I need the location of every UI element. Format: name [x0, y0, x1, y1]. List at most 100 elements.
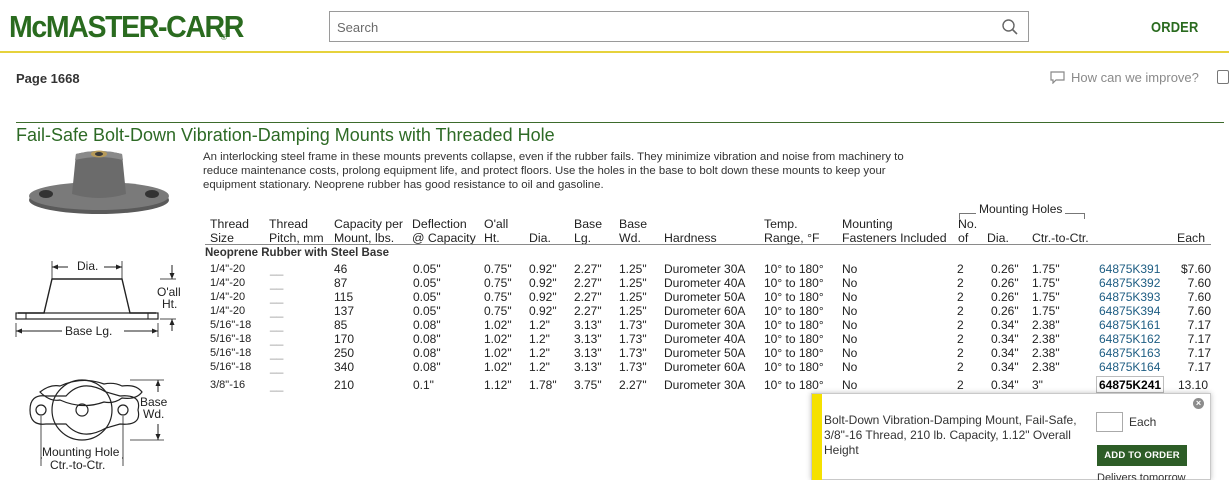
delivery-estimate: Delivers tomorrow — [1097, 472, 1186, 480]
hole-count-cell: 2 — [957, 276, 964, 290]
base-length-cell: 2.27" — [574, 276, 602, 290]
search-input[interactable] — [337, 18, 977, 36]
base-width-cell: 1.73" — [619, 332, 647, 346]
part-number-link[interactable]: 64875K161 — [1099, 318, 1160, 332]
search-icon[interactable] — [1001, 18, 1019, 36]
base-length-cell: 2.27" — [574, 304, 602, 318]
base-width-cell: 1.73" — [619, 346, 647, 360]
product-description: An interlocking steel frame in these mou… — [203, 151, 904, 191]
base-length-cell: 2.27" — [574, 262, 602, 276]
capacity-cell: 46 — [334, 262, 348, 276]
table-header-divider — [205, 244, 1211, 245]
table-row[interactable]: 5/16"-18 __ 340 0.08" 1.02" 1.2" 3.13" 1.73" Dur… — [205, 360, 1211, 374]
base-length-cell: 2.27" — [574, 290, 602, 304]
part-number-link[interactable]: 64875K164 — [1099, 360, 1160, 374]
thread-pitch-cell: __ — [270, 304, 284, 318]
hardness-cell: Durometer 30A — [664, 262, 746, 276]
thread-size-cell: 5/16"-18 — [210, 361, 252, 373]
part-number-link[interactable]: 64875K392 — [1099, 276, 1160, 290]
thread-size-cell: 1/4"-20 — [210, 277, 246, 289]
price-cell: 7.60 — [1187, 276, 1211, 290]
price-cell: $7.60 — [1180, 262, 1211, 276]
hole-diameter-cell: 0.34" — [991, 346, 1019, 360]
overall-height-cell: 0.75" — [484, 276, 512, 290]
ctr-to-ctr-cell: 1.75" — [1032, 290, 1060, 304]
price-cell: 7.17 — [1187, 332, 1211, 346]
feedback-link[interactable]: How can we improve? — [1050, 70, 1199, 85]
header-no-of: No. of — [958, 217, 978, 245]
fasteners-included-cell: No — [842, 346, 858, 360]
deflection-cell: 0.08" — [413, 318, 441, 332]
mounting-hole-label-1: Mounting Hole — [42, 445, 120, 459]
table-row[interactable]: 1/4"-20 __ 46 0.05" 0.75" 0.92" 2.27" 1.25" Duro… — [205, 262, 1211, 276]
order-link[interactable]: ORDER — [1151, 19, 1198, 36]
deflection-cell: 0.1" — [413, 378, 434, 392]
hardness-cell: Durometer 50A — [664, 290, 746, 304]
thread-size-cell: 1/4"-20 — [210, 291, 246, 303]
feedback-label: How can we improve? — [1071, 70, 1199, 85]
part-number-link[interactable]: 64875K394 — [1099, 304, 1160, 318]
hardness-cell: Durometer 30A — [664, 318, 746, 332]
diameter-cell: 0.92" — [529, 304, 557, 318]
header-thread-pitch: Thread Pitch, mm — [269, 217, 324, 245]
hole-count-cell: 2 — [957, 262, 964, 276]
table-row[interactable]: 5/16"-18 __ 170 0.08" 1.02" 1.2" 3.13" 1.73" Dur… — [205, 332, 1211, 346]
fasteners-included-cell: No — [842, 378, 858, 392]
overall-height-cell: 1.02" — [484, 360, 512, 374]
header-oall-ht: O'all Ht. — [484, 217, 509, 245]
close-icon[interactable]: × — [1193, 398, 1204, 409]
capacity-cell: 87 — [334, 276, 348, 290]
product-title: Fail-Safe Bolt-Down Vibration-Damping Mo… — [16, 125, 555, 145]
table-row[interactable]: 1/4"-20 __ 87 0.05" 0.75" 0.92" 2.27" 1.25" Duro… — [205, 276, 1211, 290]
capacity-cell: 170 — [334, 332, 355, 346]
base-width-cell: 1.25" — [619, 276, 647, 290]
fasteners-included-cell: No — [842, 304, 858, 318]
hole-count-cell: 2 — [957, 318, 964, 332]
table-row[interactable]: 5/16"-18 __ 85 0.08" 1.02" 1.2" 3.13" 1.73" Duro… — [205, 318, 1211, 332]
temp-range-cell: 10° to 180° — [764, 276, 824, 290]
deflection-cell: 0.05" — [413, 290, 441, 304]
part-number-link[interactable]: 64875K391 — [1099, 262, 1160, 276]
fasteners-included-cell: No — [842, 262, 858, 276]
base-width-cell: 1.25" — [619, 262, 647, 276]
header-base-lg: Base Lg. — [574, 217, 603, 245]
base-wd-label-2: Wd. — [143, 407, 164, 421]
overall-height-cell: 1.02" — [484, 318, 512, 332]
search-box[interactable] — [329, 11, 1029, 42]
deflection-cell: 0.05" — [413, 276, 441, 290]
diameter-cell: 1.78" — [529, 378, 557, 392]
capacity-cell: 115 — [334, 290, 354, 304]
diameter-cell: 0.92" — [529, 276, 557, 290]
ctr-to-ctr-cell: 1.75" — [1032, 262, 1060, 276]
registered-mark: ® — [221, 33, 227, 42]
table-row[interactable]: 1/4"-20 __ 137 0.05" 0.75" 0.92" 2.27" 1.25" Dur… — [205, 304, 1211, 318]
quantity-input[interactable] — [1096, 412, 1123, 432]
table-row[interactable]: 1/4"-20 __ 115 0.05" 0.75" 0.92" 2.27" 1.25" Dur… — [205, 290, 1211, 304]
mounting-holes-header: Mounting Holes — [976, 202, 1066, 216]
part-number-link[interactable]: 64875K162 — [1099, 332, 1160, 346]
header-capacity: Capacity per Mount, lbs. — [334, 217, 404, 245]
table-row[interactable]: 5/16"-18 __ 250 0.08" 1.02" 1.2" 3.13" 1.73" Dur… — [205, 346, 1211, 360]
hardness-cell: Durometer 60A — [664, 304, 746, 318]
part-number-link[interactable]: 64875K393 — [1099, 290, 1160, 304]
part-number-link[interactable]: 64875K241 — [1096, 376, 1165, 393]
base-length-cell: 3.13" — [574, 318, 602, 332]
fasteners-included-cell: No — [842, 318, 858, 332]
diameter-cell: 1.2" — [529, 332, 550, 346]
product-photo[interactable] — [24, 146, 174, 220]
table-row[interactable]: 3/8"-16 __ 210 0.1" 1.12" 1.78" 3.75" 2.27" Duro… — [205, 376, 1211, 393]
overall-height-cell: 1.02" — [484, 346, 512, 360]
add-to-order-button[interactable]: ADD TO ORDER — [1097, 445, 1187, 466]
header-hole-dia: Dia. — [987, 231, 1009, 245]
temp-range-cell: 10° to 180° — [764, 332, 824, 346]
dia-label: Dia. — [77, 259, 98, 273]
part-number-link[interactable]: 64875K163 — [1099, 346, 1160, 360]
page-number: Page 1668 — [16, 71, 80, 86]
price-cell: 7.17 — [1187, 346, 1211, 360]
print-icon[interactable] — [1217, 70, 1229, 84]
ctr-to-ctr-cell: 2.38" — [1032, 318, 1060, 332]
side-profile-diagram: Dia. O'all Ht. Base Lg. — [15, 259, 181, 338]
mcmaster-carr-logo[interactable]: McMASTER-CARR — [9, 9, 244, 45]
fasteners-included-cell: No — [842, 276, 858, 290]
quantity-unit-label: Each — [1129, 415, 1157, 429]
